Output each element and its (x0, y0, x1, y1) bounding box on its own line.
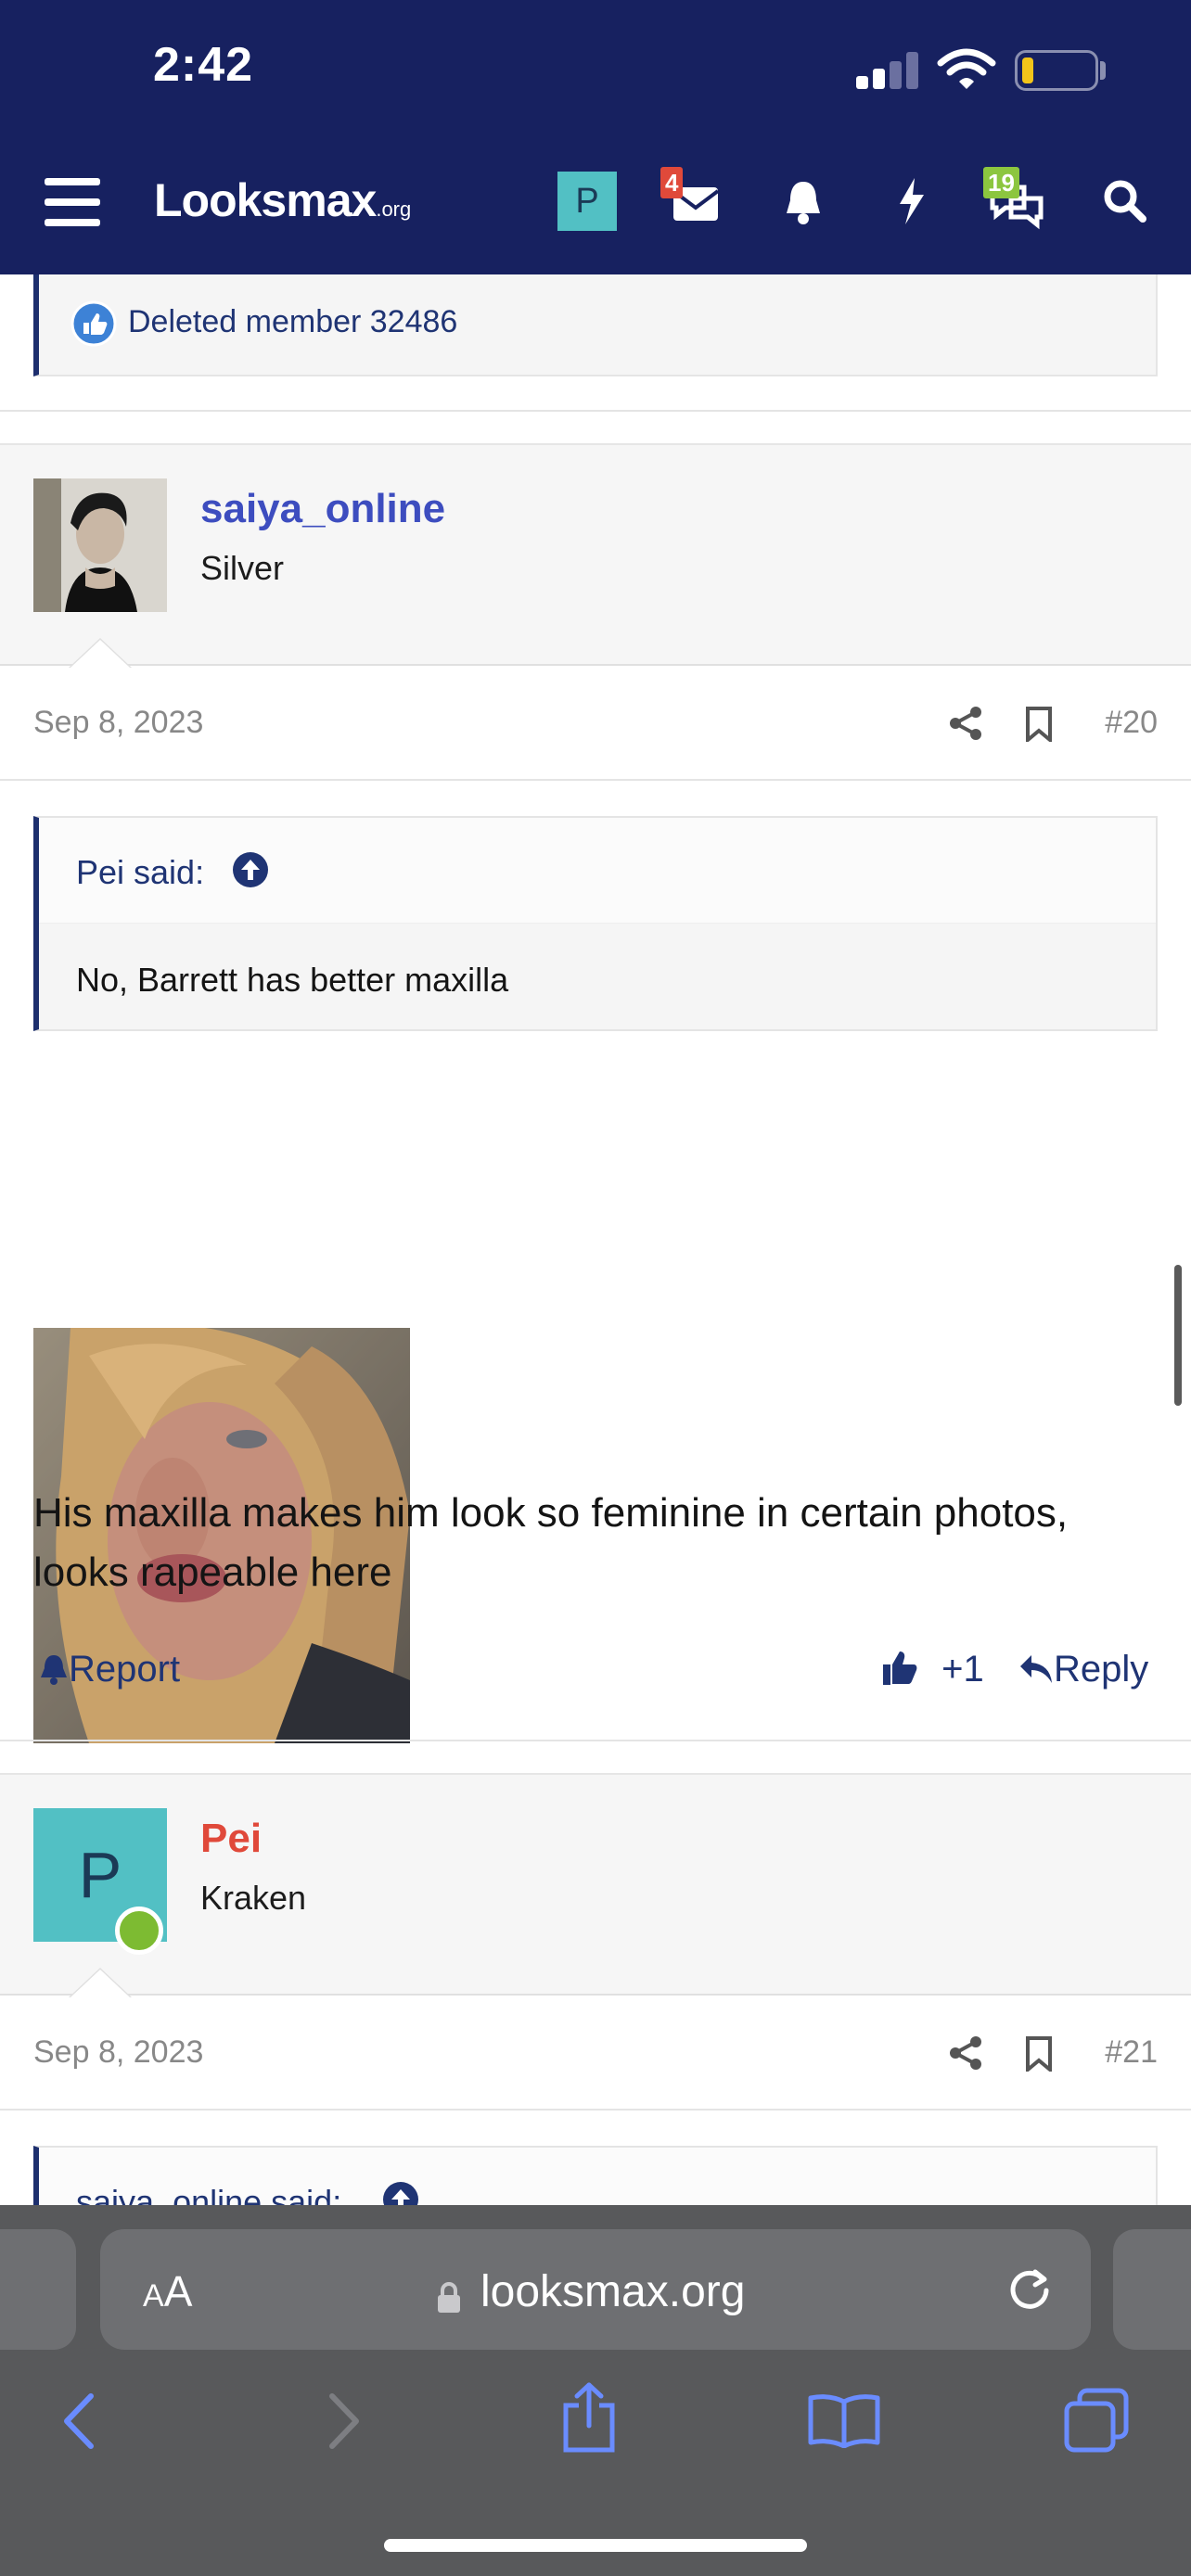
home-indicator[interactable] (384, 2539, 807, 2552)
like-count: +1 (941, 1649, 984, 1690)
post-number[interactable]: #21 (1105, 2034, 1158, 2071)
user-title: Kraken (200, 1879, 307, 1917)
aa-large: A (163, 2267, 193, 2315)
quote-header: Pei said: (39, 818, 1156, 924)
thumbs-up-icon (883, 1651, 917, 1685)
reply-label: Reply (1054, 1649, 1149, 1690)
quote-block: Pei said: No, Barrett has better maxilla (33, 816, 1158, 1031)
search-icon[interactable] (1091, 167, 1158, 234)
online-status-indicator (115, 1906, 163, 1955)
site-logo[interactable]: Looksmax.org (154, 173, 411, 227)
browser-toolbar: AA looksmax.org (0, 2205, 1191, 2576)
forward-icon[interactable] (319, 2389, 365, 2454)
wifi-icon (937, 48, 996, 89)
avatar[interactable]: P (33, 1808, 167, 1955)
url-text[interactable]: looksmax.org (480, 2266, 745, 2317)
battery-icon (1015, 50, 1098, 91)
author-name[interactable]: saiya_online (200, 486, 445, 532)
post-author-block: P Pei Kraken (0, 1773, 1191, 1997)
site-header: 2:42 Looksmax.org P 4 19 (0, 0, 1191, 274)
lightning-icon[interactable] (877, 167, 944, 234)
reply-button[interactable]: Reply (1018, 1649, 1148, 1690)
reaction-user[interactable]: Deleted member 32486 (128, 304, 457, 340)
bookmark-icon[interactable] (1024, 707, 1054, 742)
conversations-badge: 19 (983, 167, 1019, 198)
report-button[interactable]: Report (39, 1649, 180, 1690)
bookmarks-icon[interactable] (807, 2392, 881, 2448)
meta-divider (0, 2109, 1191, 2111)
aa-small: A (143, 2278, 164, 2314)
like-icon (70, 300, 117, 347)
post-author-block: saiya_online Silver (0, 443, 1191, 668)
reaction-summary[interactable]: Deleted member 32486 (33, 274, 1158, 376)
meta-divider (0, 779, 1191, 781)
arrow-pointer (70, 640, 130, 668)
jump-to-quote-icon[interactable] (232, 851, 269, 888)
scroll-indicator[interactable] (1174, 1265, 1182, 1406)
share-icon[interactable] (948, 705, 985, 742)
post-date[interactable]: Sep 8, 2023 (33, 2034, 203, 2071)
logo-text: Looksmax (154, 174, 377, 226)
back-icon[interactable] (58, 2389, 104, 2454)
post-divider (0, 1740, 1191, 1741)
tabs-icon[interactable] (1063, 2387, 1130, 2454)
bell-icon (41, 1655, 67, 1685)
menu-icon[interactable] (45, 178, 100, 226)
previous-tab-preview[interactable] (0, 2229, 76, 2350)
quote-author[interactable]: Pei said: (76, 853, 204, 892)
user-title: Silver (200, 549, 285, 587)
author-name[interactable]: Pei (200, 1816, 262, 1862)
post-date[interactable]: Sep 8, 2023 (33, 705, 203, 741)
quote-text: No, Barrett has better maxilla (76, 961, 509, 999)
post-body: His maxilla makes him look so feminine i… (33, 1490, 1069, 1595)
account-avatar[interactable]: P (557, 172, 617, 231)
next-tab-preview[interactable] (1113, 2229, 1191, 2350)
arrow-pointer (70, 1970, 130, 1997)
cellular-signal-icon (856, 52, 919, 89)
like-button[interactable]: +1 (881, 1649, 984, 1690)
logo-suffix: .org (376, 198, 412, 221)
share-icon[interactable] (948, 2034, 985, 2072)
lock-icon (438, 2282, 460, 2313)
battery-tip (1100, 61, 1106, 80)
post-meta: Sep 8, 2023 #21 (0, 1997, 1191, 2109)
report-label: Report (69, 1649, 181, 1690)
avatar[interactable] (33, 478, 167, 612)
post-meta: Sep 8, 2023 #20 (0, 668, 1191, 779)
post-number[interactable]: #20 (1105, 705, 1158, 741)
reply-icon (1020, 1655, 1052, 1683)
reload-icon[interactable] (1004, 2263, 1056, 2315)
bell-icon[interactable] (770, 167, 837, 234)
share-sheet-icon[interactable] (557, 2381, 621, 2455)
inbox-badge: 4 (660, 167, 684, 198)
status-time: 2:42 (153, 38, 254, 92)
bookmark-icon[interactable] (1024, 2036, 1054, 2072)
post-divider (0, 410, 1191, 412)
address-bar[interactable]: AA looksmax.org (100, 2229, 1091, 2350)
reader-options-button[interactable]: AA (143, 2266, 192, 2316)
